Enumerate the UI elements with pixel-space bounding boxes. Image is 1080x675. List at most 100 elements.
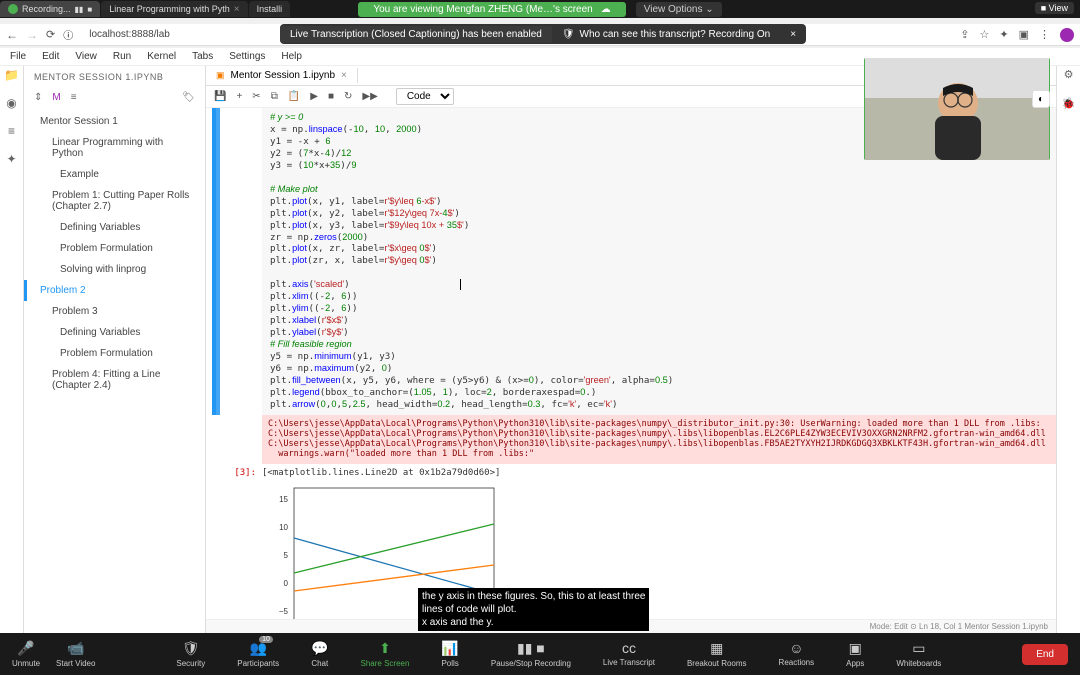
toc-item[interactable]: Defining Variables [24,322,205,343]
cloud-icon: ☁ [601,4,611,15]
kernel-status-icon[interactable]: ◐ [1032,90,1050,108]
toc-item[interactable]: Solving with linprog [24,259,205,280]
tab-label: Linear Programming with Pyth [109,4,230,14]
tab-stop-icon[interactable]: ■ [87,5,92,14]
tab-pause-icon[interactable]: ▮▮ [75,5,84,14]
browser-tab-linprog[interactable]: Linear Programming with Pyth × [101,1,247,17]
menu-run[interactable]: Run [113,51,131,62]
polls-icon: 📊 [441,640,458,657]
caption-line: lines of code will plot. [422,603,645,616]
toc-item[interactable]: Defining Variables [24,217,205,238]
running-icon[interactable]: ◉ [6,96,16,110]
menu-icon[interactable]: ⋮ [1039,28,1050,41]
toc-item[interactable]: Linear Programming with Python [24,132,205,164]
menu-tabs[interactable]: Tabs [192,51,213,62]
reactions-button[interactable]: ☺ Reactions [779,640,815,668]
apps-icon: ▣ [849,640,862,657]
menu-settings[interactable]: Settings [229,51,265,62]
debug-icon[interactable]: 🐞 [1062,97,1076,110]
numbered-icon[interactable]: ≡ [71,92,77,103]
avatar-icon[interactable] [1060,28,1074,42]
toc-item-active[interactable]: Problem 2 [24,280,205,301]
back-icon[interactable]: ← [6,28,18,42]
menu-view[interactable]: View [75,51,97,62]
notebook-content[interactable]: # y >= 0 x = np.linspace(-10, 10, 2000) … [206,108,1056,633]
people-icon: 👥 [249,640,266,657]
view-options-dropdown[interactable]: View Options ⌄ [636,2,722,17]
cell-type-select[interactable]: Code [396,88,454,105]
live-transcript-button[interactable]: cc Live Transcript [603,640,655,668]
forward-icon[interactable]: → [26,28,38,42]
browser-tabs: Recording... ▮▮ ■ Linear Programming wit… [0,0,291,18]
transcript-who-text[interactable]: 🛡 Who can see this transcript? Recording… [552,26,780,43]
end-button[interactable]: End [1022,644,1068,665]
toc-item[interactable]: Problem 3 [24,301,205,322]
participant-video[interactable] [864,58,1050,160]
svg-text:15: 15 [279,495,288,504]
output-prompt: [3]: [206,466,262,480]
paste-icon[interactable]: 📋 [288,91,300,102]
menu-help[interactable]: Help [281,51,302,62]
toc-item[interactable]: Problem 1: Cutting Paper Rolls (Chapter … [24,185,205,217]
fast-forward-icon[interactable]: ▶▶ [362,91,377,102]
pause-stop-button[interactable]: ▮▮ ■ Pause/Stop Recording [491,640,571,668]
toc-item[interactable]: Problem 4: Fitting a Line (Chapter 2.4) [24,364,205,396]
breakout-button[interactable]: ▦ Breakout Rooms [687,640,747,668]
save-icon[interactable]: 💾 [214,91,226,102]
extensions-icon[interactable]: ✦ [6,152,16,166]
cut-icon[interactable]: ✂ [252,91,260,102]
tab-label: Recording... [22,4,71,14]
chat-icon: 💬 [311,640,328,657]
toc-item[interactable]: Example [24,164,205,185]
toc-item[interactable]: Problem Formulation [24,238,205,259]
add-cell-icon[interactable]: + [236,91,242,102]
site-info-icon[interactable]: ⓘ [63,27,73,42]
right-activity-bar: ⚙ 🐞 [1056,48,1080,633]
menu-kernel[interactable]: Kernel [147,51,176,62]
sidebar-title: MENTOR SESSION 1.IPYNB [24,66,205,88]
record-icon: ▮▮ ■ [517,640,545,657]
copy-icon[interactable]: ⧉ [271,91,278,102]
tag-icon[interactable]: 🏷 [182,92,195,103]
puzzle-icon[interactable]: ✦ [999,28,1008,41]
participants-button[interactable]: 👥 Participants [237,640,279,668]
sidebar-toolbar: ⇕ M ≡ 🏷 [24,88,205,107]
cc-icon: cc [622,640,636,656]
share-screen-button[interactable]: ⬆ Share Screen [361,640,410,668]
stop-icon[interactable]: ■ [328,91,334,102]
chat-button[interactable]: 💬 Chat [311,640,328,668]
markdown-icon[interactable]: M [52,92,60,103]
folder-icon[interactable]: 📁 [4,68,19,82]
whiteboards-button[interactable]: ▭ Whiteboards [896,640,941,668]
menu-file[interactable]: File [10,51,26,62]
sidebar: MENTOR SESSION 1.IPYNB ⇕ M ≡ 🏷 Mentor Se… [24,66,206,633]
toc-item[interactable]: Problem Formulation [24,343,205,364]
browser-tab-install[interactable]: Installi [249,1,291,17]
security-button[interactable]: 🛡 Security [176,640,205,668]
refresh-icon[interactable]: ⟳ [46,28,55,41]
transcript-close-button[interactable]: × [780,26,806,43]
shield-icon: 🛡 [182,640,200,657]
apps-button[interactable]: ▣ Apps [846,640,864,668]
square-icon[interactable]: ▣ [1019,28,1029,41]
file-tab[interactable]: ▣ Mentor Session 1.ipynb × [206,68,358,83]
toc-icon[interactable]: ≡ [8,124,15,138]
restart-icon[interactable]: ↻ [344,91,352,102]
unmute-button[interactable]: 🎤 Unmute [12,640,40,668]
polls-button[interactable]: 📊 Polls [441,640,458,668]
collapse-icon[interactable]: ⇕ [34,92,42,103]
toc-item[interactable]: Mentor Session 1 [24,111,205,132]
run-icon[interactable]: ▶ [310,91,318,102]
property-icon[interactable]: ⚙ [1064,68,1074,81]
close-icon[interactable]: × [234,4,240,15]
menu-edit[interactable]: Edit [42,51,59,62]
close-icon[interactable]: × [341,70,347,81]
view-button[interactable]: ■ View [1035,2,1074,14]
stderr-output: C:\Users\jesse\AppData\Local\Programs\Py… [262,415,1056,464]
start-video-button[interactable]: 📹 Start Video [56,640,95,668]
svg-text:10: 10 [279,523,288,532]
recording-icon [8,4,18,14]
browser-tab-recording[interactable]: Recording... ▮▮ ■ [0,1,100,17]
share-icon[interactable]: ⇪ [960,28,969,41]
star-icon[interactable]: ☆ [980,28,990,41]
